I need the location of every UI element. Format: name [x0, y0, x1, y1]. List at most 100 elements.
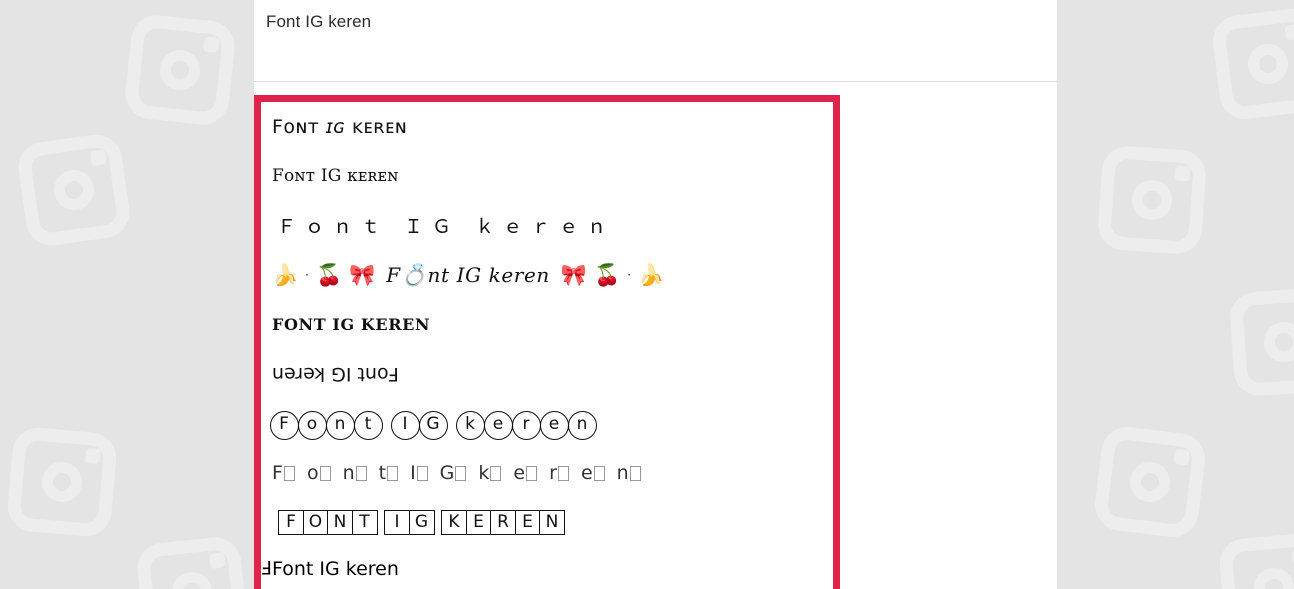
font-style-upside-down[interactable]: Font IG keren: [272, 363, 399, 385]
font-styles-list: Fᴏɴᴛ ɪɢ ᴋᴇʀᴇɴ Fᴏɴᴛ IG ᴋᴇʀᴇɴ Ｆｏｎｔ ＩＧ ｋｅｒｅ…: [261, 102, 833, 589]
camera-flash-dot: [1174, 165, 1191, 182]
ribbon-emoji: 🎀: [349, 262, 376, 287]
squared-letter: I: [384, 510, 410, 536]
circled-letter: t: [354, 411, 383, 441]
missing-glyph-box-icon: [355, 466, 367, 482]
instagram-camera-icon: [122, 12, 238, 128]
base-letter: n: [342, 462, 355, 485]
banana-emoji: 🍌: [272, 262, 299, 287]
camera-flash-dot: [1284, 23, 1294, 41]
base-letter: I: [410, 462, 416, 485]
content-panel: Font IG keren Fᴏɴᴛ ɪɢ ᴋᴇʀᴇɴ Fᴏɴᴛ IG ᴋᴇʀᴇ…: [254, 0, 1057, 589]
script-after: nt IG keren: [427, 263, 550, 288]
squared-letter: E: [514, 510, 541, 536]
circled-letter: n: [326, 411, 355, 441]
camera-flash-dot: [203, 36, 220, 53]
font-style-circled[interactable]: FontIGkeren: [270, 407, 597, 441]
missing-glyph-box-icon: [416, 466, 428, 482]
cherries-emoji: 🍒: [315, 262, 343, 287]
instagram-camera-icon: [1217, 531, 1294, 589]
ribbon-emoji: 🎀: [560, 262, 588, 287]
instagram-camera-icon: [1210, 6, 1294, 122]
squared-letter: O: [302, 510, 329, 536]
circled-letter: o: [298, 411, 327, 441]
camera-lens-icon: [158, 48, 202, 92]
instagram-camera-icon: [1096, 144, 1208, 256]
missing-glyph-box-icon: [490, 466, 502, 482]
font-style-emoji-script[interactable]: 🍌 · 🍒 🎀 F💍nt IG keren 🎀 🍒 · 🍌: [272, 263, 664, 287]
camera-lens-icon: [1245, 41, 1291, 87]
squared-letter: N: [327, 510, 353, 536]
camera-flash-dot: [209, 552, 226, 569]
list-item[interactable]: Fᴏɴᴛ ɪɢ ᴋᴇʀᴇɴ: [272, 102, 833, 152]
camera-lens-icon: [1127, 459, 1173, 505]
ring-emoji: 💍: [400, 263, 428, 288]
list-item[interactable]: 🍌 · 🍒 🎀 F💍nt IG keren 🎀 🍒 · 🍌: [272, 251, 833, 301]
circled-letter: F: [270, 411, 299, 441]
style-part-a: Fᴏɴᴛ: [272, 115, 320, 138]
camera-flash-dot: [89, 149, 107, 167]
base-letter: e: [513, 462, 526, 485]
list-item[interactable]: FontIGkeren: [270, 399, 833, 449]
font-style-mirrored-top[interactable]: Font IG keren: [261, 556, 272, 578]
camera-lens-icon: [1262, 320, 1294, 364]
banana-emoji: 🍌: [638, 262, 665, 287]
base-letter: k: [478, 462, 490, 485]
script-before: F: [386, 263, 401, 288]
circled-letter: r: [512, 411, 541, 441]
script-text: F💍nt IG keren: [386, 263, 550, 287]
base-letter: t: [378, 462, 387, 485]
camera-lens-icon: [1252, 566, 1294, 589]
style-part-c: ᴋᴇʀᴇɴ: [352, 115, 408, 138]
list-item[interactable]: FONTIGKEREN: [272, 498, 833, 548]
font-style-squared[interactable]: FONTIGKEREN: [278, 510, 565, 536]
list-item[interactable]: FONT IG KEREN: [272, 300, 833, 350]
style-part-b: ɪɢ: [325, 115, 346, 138]
instagram-camera-icon: [134, 534, 250, 589]
list-item[interactable]: Ｆｏｎｔ ＩＧ ｋｅｒｅｎ: [272, 201, 833, 251]
squared-letter: K: [441, 510, 467, 536]
circled-letter: I: [391, 411, 420, 441]
instagram-camera-icon: [5, 425, 119, 539]
missing-glyph-box-icon: [319, 466, 331, 482]
camera-flash-dot: [84, 447, 102, 465]
base-letter: r: [549, 462, 557, 485]
font-styles-results-box: Fᴏɴᴛ ɪɢ ᴋᴇʀᴇɴ Fᴏɴᴛ IG ᴋᴇʀᴇɴ Ｆｏｎｔ ＩＧ ｋｅｒｅ…: [254, 95, 840, 589]
instagram-camera-icon: [1228, 286, 1294, 398]
base-letter: G: [439, 462, 455, 485]
circled-letter: n: [568, 411, 597, 441]
cherries-emoji: 🍒: [594, 262, 621, 287]
camera-lens-icon: [170, 570, 214, 589]
missing-glyph-box-icon: [387, 466, 399, 482]
font-style-quirky-mixed[interactable]: Fᴏɴᴛ ɪɢ ᴋᴇʀᴇɴ: [272, 116, 407, 138]
camera-flash-dot: [1173, 448, 1191, 466]
instagram-camera-icon: [15, 131, 133, 249]
list-item[interactable]: FontIGkeren: [272, 449, 833, 499]
text-input-area[interactable]: Font IG keren: [254, 0, 1057, 82]
missing-glyph-box-icon: [526, 466, 538, 482]
squared-letter: R: [490, 510, 516, 536]
base-letter: F: [272, 462, 283, 485]
font-text-input[interactable]: Font IG keren: [266, 12, 371, 32]
base-letter: e: [580, 462, 593, 485]
camera-lens-icon: [1130, 178, 1174, 222]
font-style-mirrored-bottom[interactable]: Font IG keren: [272, 558, 399, 580]
camera-lens-icon: [51, 167, 97, 213]
list-item[interactable]: Font IG keren Font IG keren: [261, 548, 833, 589]
squared-letter: G: [408, 510, 435, 536]
squared-letter: F: [278, 510, 304, 536]
list-item[interactable]: Fᴏɴᴛ IG ᴋᴇʀᴇɴ: [272, 152, 833, 202]
font-style-serif-small[interactable]: Fᴏɴᴛ IG ᴋᴇʀᴇɴ: [272, 166, 398, 186]
circled-letter: G: [419, 411, 448, 441]
dot-separator-icon: ·: [627, 268, 632, 283]
circled-letter: e: [540, 411, 569, 441]
font-style-fullwidth[interactable]: Ｆｏｎｔ ＩＧ ｋｅｒｅｎ: [272, 212, 615, 239]
list-item[interactable]: Font IG keren: [272, 350, 833, 400]
font-style-combining-marks[interactable]: FontIGkeren: [272, 462, 653, 484]
circled-letter: e: [484, 411, 513, 441]
squared-letter: T: [351, 510, 378, 536]
squared-letter: N: [539, 510, 565, 536]
missing-glyph-box-icon: [283, 466, 295, 482]
font-style-small-caps[interactable]: FONT IG KEREN: [272, 315, 430, 334]
missing-glyph-box-icon: [557, 466, 569, 482]
